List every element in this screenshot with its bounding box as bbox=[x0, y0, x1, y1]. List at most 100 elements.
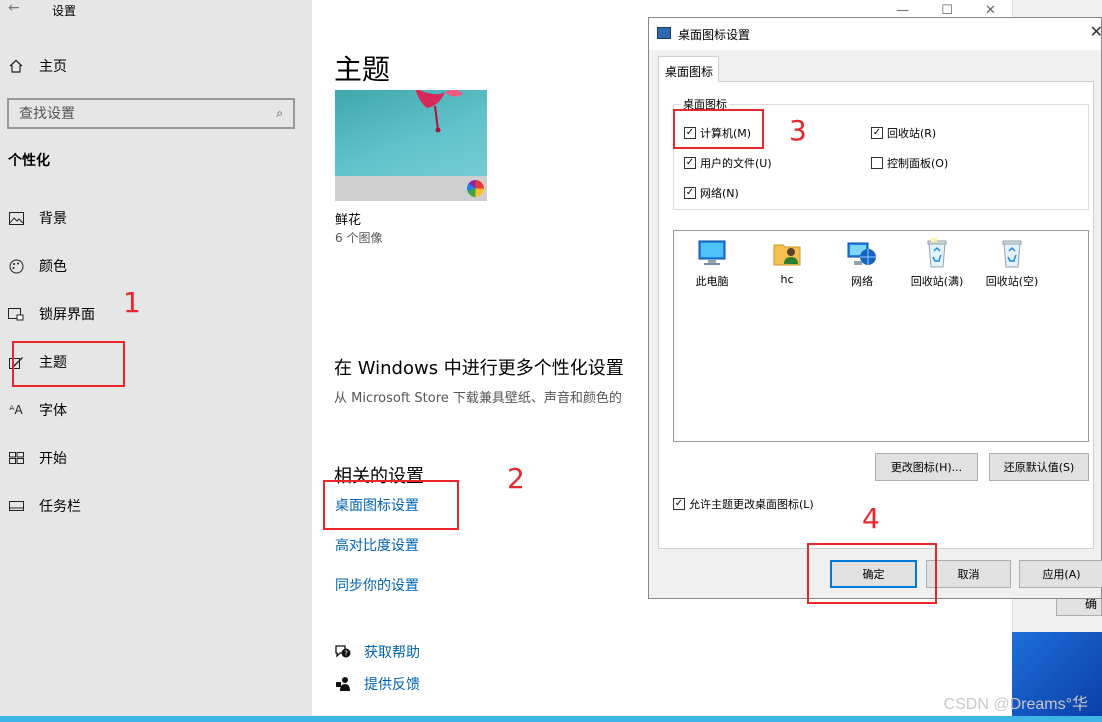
recycle-bin-full-icon bbox=[927, 238, 947, 268]
annotation-number-1: 1 bbox=[123, 286, 141, 319]
checkbox-network-label: 网络(N) bbox=[700, 187, 739, 200]
checkbox-control-panel[interactable]: 控制面板(O) bbox=[871, 155, 948, 171]
icon-label: 网络 bbox=[851, 275, 873, 288]
icon-label: hc bbox=[780, 273, 794, 286]
settings-window-title: 设置 bbox=[52, 4, 77, 18]
help-chat-icon: ? bbox=[334, 643, 352, 661]
desktop-icon-list[interactable]: 此电脑 hc 网络 回收站(满) 回收站(空) bbox=[673, 230, 1089, 442]
theme-thumbnail-bar bbox=[335, 176, 487, 201]
lock-screen-icon bbox=[8, 306, 24, 322]
icon-label: 此电脑 bbox=[695, 275, 729, 288]
checkbox-recycle-bin-label: 回收站(R) bbox=[887, 127, 937, 140]
font-icon: ᴬA bbox=[9, 403, 23, 417]
sync-settings-link[interactable]: 同步你的设置 bbox=[335, 575, 419, 595]
taskbar-edge bbox=[0, 716, 1102, 722]
get-help-label: 获取帮助 bbox=[364, 645, 420, 661]
annotation-box-2 bbox=[323, 480, 459, 530]
icon-label: 回收站(空) bbox=[985, 275, 1039, 288]
more-personalization-heading: 在 Windows 中进行更多个性化设置 bbox=[334, 358, 624, 379]
checkbox-network-box[interactable]: ✓ bbox=[684, 187, 696, 199]
start-grid-icon bbox=[8, 450, 24, 466]
checkbox-control-panel-box[interactable] bbox=[871, 157, 883, 169]
nav-item-colors[interactable]: 颜色 bbox=[8, 256, 67, 276]
annotation-number-2: 2 bbox=[507, 462, 525, 495]
give-feedback-row[interactable]: 提供反馈 bbox=[334, 674, 420, 694]
more-personalization-description: 从 Microsoft Store 下载兼具壁纸、声音和颜色的 bbox=[334, 391, 622, 406]
nav-item-label: 字体 bbox=[39, 403, 67, 419]
nav-item-label: 锁屏界面 bbox=[39, 307, 95, 323]
section-heading: 个性化 bbox=[8, 153, 50, 169]
icon-label: 回收站(满) bbox=[910, 275, 964, 288]
icon-item-recycle-bin-empty[interactable]: 回收站(空) bbox=[977, 237, 1047, 289]
dialog-close-icon[interactable]: ✕ bbox=[1090, 22, 1102, 41]
svg-text:?: ? bbox=[344, 650, 348, 658]
icon-item-network[interactable]: 网络 bbox=[827, 237, 897, 289]
checkbox-control-panel-label: 控制面板(O) bbox=[887, 157, 949, 170]
annotation-number-4: 4 bbox=[862, 502, 880, 535]
nav-item-label: 背景 bbox=[39, 211, 67, 227]
dialog-title: 桌面图标设置 bbox=[678, 28, 751, 42]
tab-desktop-icons[interactable]: 桌面图标 bbox=[658, 56, 719, 82]
flower-image bbox=[415, 90, 463, 133]
checkbox-network[interactable]: ✓ 网络(N) bbox=[684, 185, 739, 201]
get-help-row[interactable]: ? 获取帮助 bbox=[334, 642, 420, 662]
taskbar-icon bbox=[8, 498, 24, 514]
image-icon bbox=[8, 210, 24, 226]
user-folder-icon bbox=[773, 244, 801, 266]
give-feedback-label: 提供反馈 bbox=[364, 677, 420, 693]
feedback-icon bbox=[334, 675, 352, 693]
nav-home[interactable]: 主页 bbox=[8, 56, 67, 76]
back-arrow-icon[interactable]: ← bbox=[8, 0, 20, 16]
nav-item-fonts[interactable]: ᴬA 字体 bbox=[8, 400, 67, 420]
dialog-titlebar[interactable]: 桌面图标设置 ✕ bbox=[649, 18, 1102, 50]
high-contrast-settings-link[interactable]: 高对比度设置 bbox=[335, 535, 419, 555]
theme-thumbnail[interactable] bbox=[335, 90, 487, 201]
checkbox-allow-themes-label: 允许主题更改桌面图标(L) bbox=[689, 498, 814, 511]
nav-home-label: 主页 bbox=[39, 59, 67, 75]
settings-search-input[interactable] bbox=[19, 105, 277, 122]
checkbox-recycle-bin-box[interactable]: ✓ bbox=[871, 127, 883, 139]
checkbox-user-files[interactable]: ✓ 用户的文件(U) bbox=[684, 155, 772, 171]
settings-main-content: 主题 鲜花 6 个图像 在 Windows 中进行更多个性化设置 从 Micro… bbox=[312, 0, 648, 722]
page-title: 主题 bbox=[334, 53, 391, 86]
checkbox-allow-themes[interactable]: ✓ 允许主题更改桌面图标(L) bbox=[673, 496, 814, 512]
network-icon bbox=[847, 242, 876, 265]
nav-item-lock-screen[interactable]: 锁屏界面 bbox=[8, 304, 95, 324]
icon-item-recycle-bin-full[interactable]: 回收站(满) bbox=[902, 237, 972, 289]
checkbox-allow-themes-box[interactable]: ✓ bbox=[673, 498, 685, 510]
theme-name: 鲜花 bbox=[335, 213, 362, 228]
minimize-icon[interactable]: — bbox=[896, 3, 909, 18]
annotation-box-4 bbox=[807, 543, 937, 604]
annotation-box-1 bbox=[12, 341, 125, 387]
checkbox-user-files-box[interactable]: ✓ bbox=[684, 157, 696, 169]
maximize-icon[interactable]: ☐ bbox=[941, 3, 953, 18]
change-icon-button[interactable]: 更改图标(H)... bbox=[875, 453, 978, 481]
nav-item-taskbar[interactable]: 任务栏 bbox=[8, 496, 81, 516]
color-wheel-icon bbox=[467, 180, 484, 197]
nav-item-label: 颜色 bbox=[39, 259, 67, 275]
nav-item-label: 开始 bbox=[39, 451, 67, 467]
annotation-box-3 bbox=[673, 109, 764, 149]
nav-item-start[interactable]: 开始 bbox=[8, 448, 67, 468]
dialog-app-icon bbox=[657, 27, 671, 39]
home-icon bbox=[8, 58, 24, 74]
recycle-bin-empty-icon bbox=[1002, 240, 1022, 268]
palette-icon bbox=[8, 258, 24, 274]
watermark: CSDN @Dreams°华 bbox=[943, 696, 1088, 713]
nav-item-label: 任务栏 bbox=[39, 499, 81, 515]
apply-button[interactable]: 应用(A) bbox=[1019, 560, 1102, 588]
icon-item-this-pc[interactable]: 此电脑 bbox=[677, 237, 747, 289]
close-icon[interactable]: ✕ bbox=[985, 3, 996, 18]
nav-item-background[interactable]: 背景 bbox=[8, 208, 67, 228]
icon-item-user-folder[interactable]: hc bbox=[752, 237, 822, 286]
theme-image-count: 6 个图像 bbox=[335, 231, 383, 245]
restore-default-button[interactable]: 还原默认值(S) bbox=[989, 453, 1089, 481]
settings-search-box[interactable]: ⌕ bbox=[7, 98, 295, 129]
dialog-tab-panel: 桌面图标 ✓ 计算机(M) ✓ 回收站(R) ✓ 用户的文件(U) 控制面板(O… bbox=[658, 81, 1094, 549]
checkbox-recycle-bin[interactable]: ✓ 回收站(R) bbox=[871, 125, 936, 141]
this-pc-icon bbox=[698, 240, 726, 265]
cancel-button[interactable]: 取消 bbox=[926, 560, 1011, 588]
annotation-number-3: 3 bbox=[789, 114, 807, 147]
search-icon[interactable]: ⌕ bbox=[276, 106, 283, 121]
checkbox-user-files-label: 用户的文件(U) bbox=[700, 157, 772, 170]
